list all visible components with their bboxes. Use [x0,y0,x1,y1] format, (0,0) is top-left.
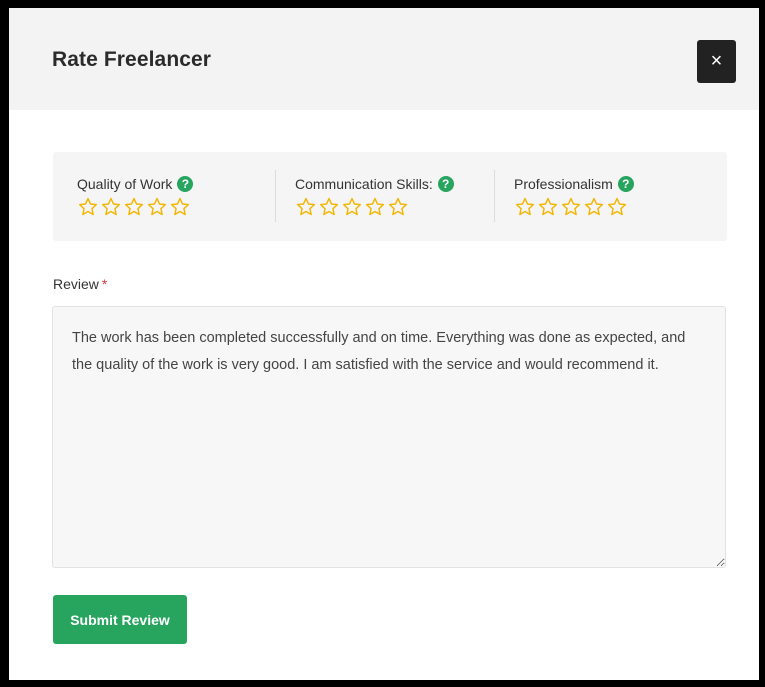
review-textarea[interactable]: The work has been completed successfully… [52,306,726,568]
modal-title: Rate Freelancer [52,48,212,71]
review-label: Review * [53,276,107,292]
star-outline-icon[interactable] [77,196,99,218]
star-outline-icon[interactable] [318,196,340,218]
star-outline-icon[interactable] [606,196,628,218]
rating-quality-of-work: Quality of Work ? [53,152,275,241]
star-outline-icon[interactable] [100,196,122,218]
star-outline-icon[interactable] [123,196,145,218]
star-outline-icon[interactable] [169,196,191,218]
star-outline-icon[interactable] [341,196,363,218]
rating-label: Professionalism [514,176,613,192]
rating-label: Communication Skills: [295,176,433,192]
star-outline-icon[interactable] [514,196,536,218]
ratings-panel: Quality of Work ? Communication Skills: … [53,152,727,241]
help-icon[interactable]: ? [437,176,454,192]
submit-review-button[interactable]: Submit Review [53,595,187,644]
star-outline-icon[interactable] [583,196,605,218]
star-rating [514,196,628,218]
close-icon: × [710,50,723,72]
rating-professionalism: Professionalism ? [494,170,728,222]
required-mark: * [101,276,108,292]
star-outline-icon[interactable] [364,196,386,218]
star-outline-icon[interactable] [387,196,409,218]
rating-label: Quality of Work [77,176,173,192]
close-button[interactable]: × [697,40,736,83]
rate-freelancer-modal: Rate Freelancer × Quality of Work ? Comm… [9,8,759,680]
star-rating [295,196,409,218]
rating-communication-skills: Communication Skills: ? [275,170,495,222]
review-label-text: Review [53,276,99,292]
help-icon[interactable]: ? [617,176,634,192]
modal-header: Rate Freelancer × [9,8,759,110]
help-icon[interactable]: ? [177,176,194,192]
star-rating [77,196,191,218]
star-outline-icon[interactable] [560,196,582,218]
star-outline-icon[interactable] [295,196,317,218]
star-outline-icon[interactable] [537,196,559,218]
star-outline-icon[interactable] [146,196,168,218]
